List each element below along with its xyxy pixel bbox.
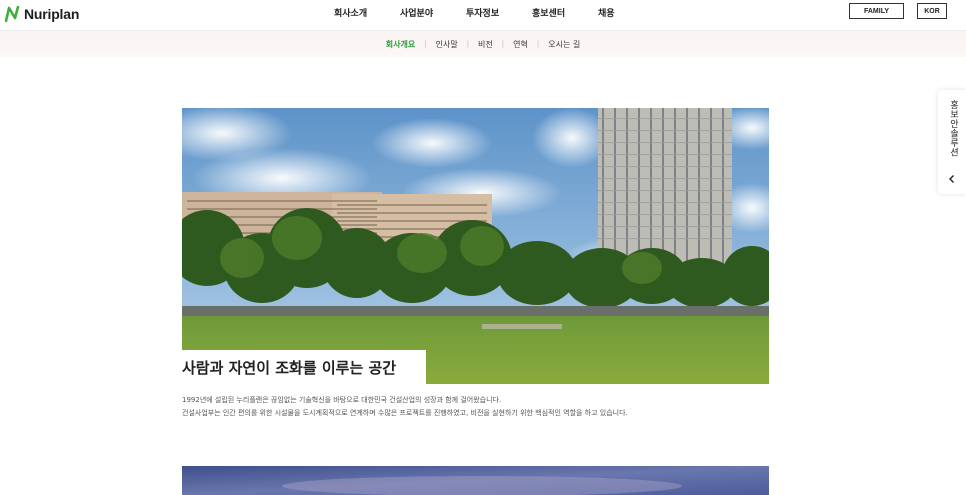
nav-recruit[interactable]: 채용: [598, 6, 615, 19]
chevron-left-icon: [949, 175, 954, 183]
section-description: 1992년에 설립된 누리플랜은 끊임없는 기술혁신을 바탕으로 대한민국 건설…: [182, 394, 782, 420]
city-dusk-photo: [182, 466, 769, 495]
subnav-divider: |: [424, 40, 427, 48]
subnav-vision[interactable]: 비전: [478, 39, 493, 50]
description-line: 1992년에 설립된 누리플랜은 끊임없는 기술혁신을 바탕으로 대한민국 건설…: [182, 396, 502, 404]
park-building-photo: [182, 108, 769, 384]
nav-pr-center[interactable]: 홍보센터: [532, 6, 565, 19]
subnav-greeting[interactable]: 인사말: [436, 39, 458, 50]
subnav-divider: |: [501, 40, 505, 48]
section-title: 사람과 자연이 조화를 이루는 공간: [182, 350, 426, 384]
family-site-button[interactable]: FAMILY: [849, 3, 904, 19]
top-header: Nuriplan 회사소개 사업분야 투자정보 홍보센터 채용 FAMILY K…: [0, 0, 966, 31]
subnav-location[interactable]: 오시는 길: [548, 39, 580, 50]
logo-text: Nuriplan: [24, 6, 80, 22]
sub-nav-list: 회사개요 | 인사말 | 비전 | 연혁 | 오시는 길: [0, 31, 966, 57]
nav-company[interactable]: 회사소개: [334, 6, 367, 19]
nav-investment[interactable]: 투자정보: [466, 6, 499, 19]
description-line: 건설사업부는 인간 편의를 위한 시설물을 도시계획적으로 연계하며 수많은 프…: [182, 409, 628, 417]
nav-business[interactable]: 사업분야: [400, 6, 433, 19]
subnav-overview[interactable]: 회사개요: [386, 39, 415, 50]
side-tab-label: 홍보안솔루션: [948, 100, 958, 157]
hero-image: [182, 108, 769, 384]
nuriplan-logo-icon: [5, 6, 20, 22]
sub-nav: 회사개요 | 인사말 | 비전 | 연혁 | 오시는 길: [0, 31, 966, 57]
subnav-divider: |: [536, 40, 540, 48]
side-floating-tab[interactable]: 홍보안솔루션: [938, 90, 966, 194]
subnav-history[interactable]: 연혁: [513, 39, 528, 50]
logo[interactable]: Nuriplan: [5, 4, 79, 24]
second-section-image: [182, 466, 769, 495]
language-button[interactable]: KOR: [917, 3, 947, 19]
subnav-divider: |: [466, 40, 470, 48]
